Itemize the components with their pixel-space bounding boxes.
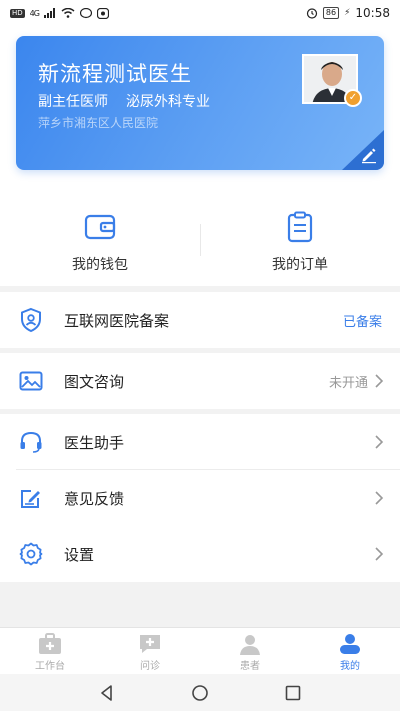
workbench-icon xyxy=(39,633,61,654)
doctor-name: 新流程测试医生 xyxy=(38,62,192,86)
wifi-icon xyxy=(61,8,75,18)
filing-status: 已备案 xyxy=(342,314,382,330)
alarm-icon xyxy=(306,8,317,19)
doctor-card[interactable]: 新流程测试医生 副主任医师 泌尿外科专业 萍乡市湘东区人民医院 ✓ xyxy=(16,36,384,170)
nav-patient[interactable]: 患者 xyxy=(200,628,300,674)
orders-label: 我的订单 xyxy=(272,257,328,273)
filing-row[interactable]: 互联网医院备案 已备案 xyxy=(0,292,400,348)
gear-icon xyxy=(19,542,43,566)
assistant-label: 医生助手 xyxy=(64,433,125,452)
image-consult-status: 未开通 xyxy=(328,375,368,391)
edit-note-icon xyxy=(21,490,40,508)
doctor-department: 泌尿外科专业 xyxy=(126,94,210,110)
orders-button[interactable]: 我的订单 xyxy=(200,202,400,286)
nav-consult[interactable]: 问诊 xyxy=(100,628,200,674)
recents-icon[interactable] xyxy=(283,683,303,703)
image-consult-label: 图文咨询 xyxy=(64,372,125,391)
chevron-right-icon xyxy=(375,374,384,388)
nav-patient-label: 患者 xyxy=(240,661,260,672)
system-nav-bar xyxy=(0,674,400,711)
charging-icon: ⚡ xyxy=(344,8,351,18)
app-notification-icon xyxy=(96,7,109,19)
settings-row[interactable]: 设置 xyxy=(0,526,400,582)
profile-icon xyxy=(340,634,360,654)
feedback-row[interactable]: 意见反馈 xyxy=(0,470,400,526)
hd-badge: HD xyxy=(10,8,25,18)
status-left: HD 4G xyxy=(10,7,109,19)
image-icon xyxy=(19,371,43,391)
battery-icon: 86 xyxy=(322,7,340,19)
wallet-icon xyxy=(84,214,116,240)
shield-user-icon xyxy=(21,307,41,333)
consult-icon xyxy=(140,635,160,653)
wallet-label: 我的钱包 xyxy=(72,257,128,273)
headset-icon xyxy=(20,431,42,453)
edit-pencil-icon[interactable] xyxy=(360,146,378,164)
patient-icon xyxy=(240,635,260,655)
nav-consult-label: 问诊 xyxy=(140,661,160,672)
clock: 10:58 xyxy=(355,6,390,20)
feedback-label: 意见反馈 xyxy=(64,489,125,508)
assistant-row[interactable]: 医生助手 xyxy=(0,414,400,470)
network-type: 4G xyxy=(29,8,40,18)
nav-workbench-label: 工作台 xyxy=(35,661,65,672)
bottom-nav: 工作台 问诊 患者 我的 xyxy=(0,627,400,674)
doctor-hospital: 萍乡市湘东区人民医院 xyxy=(38,116,159,130)
quick-actions: 我的钱包 我的订单 xyxy=(0,202,400,286)
doctor-title: 副主任医师 xyxy=(38,94,108,110)
verified-badge-icon: ✓ xyxy=(344,89,362,107)
chat-notification-icon xyxy=(79,7,92,18)
nav-workbench[interactable]: 工作台 xyxy=(0,628,100,674)
image-consult-row[interactable]: 图文咨询 未开通 xyxy=(0,353,400,409)
nav-profile[interactable]: 我的 xyxy=(300,628,400,674)
home-icon[interactable] xyxy=(190,683,210,703)
status-right: 86 ⚡ 10:58 xyxy=(306,6,390,20)
status-bar: HD 4G 86 ⚡ 10:58 xyxy=(0,0,400,26)
wallet-button[interactable]: 我的钱包 xyxy=(0,202,200,286)
signal-icon xyxy=(43,8,55,18)
filing-label: 互联网医院备案 xyxy=(64,311,170,330)
settings-label: 设置 xyxy=(64,545,95,564)
back-icon[interactable] xyxy=(97,683,117,703)
chevron-right-icon xyxy=(375,435,384,449)
chevron-right-icon xyxy=(375,547,384,561)
order-icon xyxy=(287,211,313,243)
nav-profile-label: 我的 xyxy=(340,661,360,672)
chevron-right-icon xyxy=(375,491,384,505)
